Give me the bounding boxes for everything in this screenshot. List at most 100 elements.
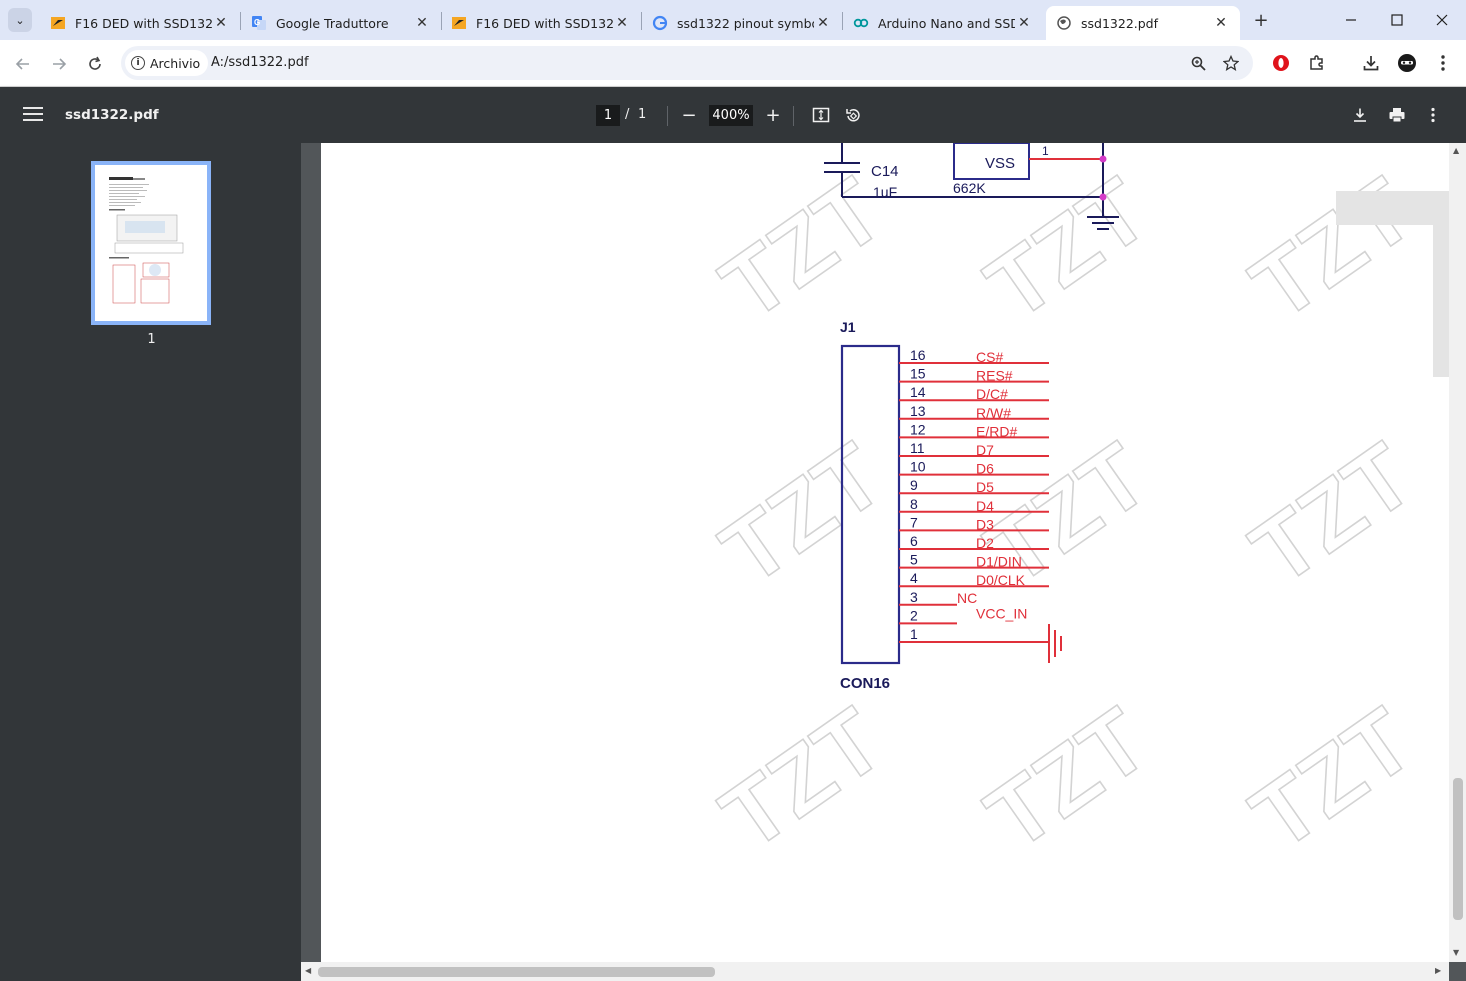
browser-menu-button[interactable]	[1431, 51, 1455, 75]
close-icon[interactable]: ✕	[212, 14, 230, 32]
tab-ssd1322-pdf[interactable]: ssd1322.pdf ✕	[1046, 6, 1240, 40]
fit-page-button[interactable]	[810, 104, 832, 126]
url-text[interactable]: A:/ssd1322.pdf	[211, 55, 309, 70]
profile-button[interactable]	[1395, 51, 1419, 75]
connector-pin: 12 E/RD#	[899, 421, 1049, 439]
watermark-text: TZT	[704, 159, 901, 339]
pin-number: 15	[910, 366, 926, 382]
junction-dot	[1099, 193, 1107, 201]
junction-dot	[1099, 155, 1107, 163]
new-tab-button[interactable]: +	[1250, 9, 1272, 31]
thumbnail-sidebar: 1	[0, 143, 301, 981]
tab-google-search[interactable]: ssd1322 pinout symbol - ✕	[642, 6, 842, 40]
zoom-level-input[interactable]: 400%	[709, 105, 753, 126]
page-edge-shade	[1433, 191, 1449, 377]
pdf-toolbar: ssd1322.pdf 1 / 1 − 400% +	[0, 87, 1466, 143]
omnibox[interactable]: i Archivio A:/ssd1322.pdf	[121, 46, 1253, 80]
site-info-chip[interactable]: i Archivio	[125, 50, 209, 76]
puzzle-icon	[1310, 55, 1323, 70]
pin-number: 13	[910, 403, 926, 419]
page-thumbnail[interactable]	[91, 161, 211, 325]
connector-pin: 10 D6	[899, 459, 1049, 477]
rotate-button[interactable]	[842, 104, 864, 126]
scroll-right-icon[interactable]: ▶	[1435, 966, 1441, 975]
vss-label: VSS	[985, 155, 1015, 172]
thumbnail-preview	[109, 177, 184, 304]
page-number-input[interactable]: 1	[596, 105, 620, 126]
watermark-text: TZT	[704, 689, 901, 869]
pin-signal-label: NC	[957, 590, 977, 606]
watermark-text: TZT	[704, 424, 901, 604]
reload-button[interactable]	[83, 52, 107, 76]
toolbar-divider	[667, 106, 668, 126]
vertical-scrollbar[interactable]: ▲ ▼	[1449, 143, 1466, 962]
scroll-left-icon[interactable]: ◀	[305, 966, 311, 975]
pin-signal-label: D4	[976, 498, 994, 514]
pdf-title: ssd1322.pdf	[65, 107, 159, 123]
watermark-text: TZT	[969, 689, 1166, 869]
site-info-label: Archivio	[150, 55, 201, 71]
bookmark-button[interactable]	[1220, 52, 1242, 74]
pin-number: 6	[910, 533, 918, 549]
close-icon[interactable]: ✕	[613, 14, 631, 32]
zoom-indicator-button[interactable]	[1187, 52, 1209, 74]
pin-signal-label: D6	[976, 461, 994, 477]
print-icon	[1389, 108, 1405, 123]
document-viewport[interactable]: TZTTZTTZTTZTTZTTZTTZTTZTTZT C14	[301, 143, 1466, 981]
pdf-more-button[interactable]	[1422, 104, 1444, 126]
zoom-magnifier-icon	[1191, 56, 1206, 71]
ground-symbol	[1048, 624, 1062, 663]
thumbnail-page-number: 1	[147, 332, 156, 347]
back-button[interactable]	[11, 52, 35, 76]
vertical-scroll-thumb[interactable]	[1453, 778, 1463, 920]
close-icon[interactable]: ✕	[1212, 14, 1230, 32]
connector-name: CON16	[840, 675, 890, 692]
connector-pin: 2 VCC_IN	[899, 605, 1027, 625]
connector-pin: 15 RES#	[899, 366, 1049, 384]
pin-signal-label: VCC_IN	[976, 605, 1027, 621]
extensions-button[interactable]	[1305, 51, 1329, 75]
print-button[interactable]	[1386, 104, 1408, 126]
globe-icon	[1056, 15, 1072, 31]
pin-signal-label: CS#	[976, 349, 1003, 365]
tab-label: ssd1322.pdf	[1081, 15, 1159, 31]
scroll-up-icon[interactable]: ▲	[1453, 146, 1459, 155]
maximize-icon	[1391, 14, 1403, 26]
tab-hackaday-2[interactable]: F16 DED with SSD1322 a ✕	[441, 6, 641, 40]
tab-search-button[interactable]: ⌄	[8, 8, 32, 32]
tab-hackaday-1[interactable]: F16 DED with SSD1322 a ✕	[40, 6, 240, 40]
close-icon[interactable]: ✕	[1015, 14, 1033, 32]
horizontal-scroll-thumb[interactable]	[318, 967, 715, 977]
pdf-download-button[interactable]	[1349, 104, 1371, 126]
minimize-button[interactable]	[1328, 8, 1374, 32]
pin-number: 16	[910, 347, 926, 363]
pin-number: 4	[910, 570, 918, 586]
hackaday-favicon-icon	[50, 15, 66, 31]
svg-text:G: G	[254, 18, 260, 27]
zoom-out-button[interactable]: −	[678, 104, 700, 126]
page-separator: /	[625, 107, 630, 122]
close-icon[interactable]: ✕	[814, 14, 832, 32]
horizontal-scrollbar[interactable]: ◀ ▶	[301, 962, 1449, 981]
pin-number: 2	[910, 607, 918, 623]
cap-ref-label: C14	[871, 163, 899, 180]
chevron-down-icon: ⌄	[15, 13, 25, 27]
toolbar-divider	[793, 106, 794, 126]
downloads-button[interactable]	[1359, 51, 1383, 75]
close-window-button[interactable]	[1419, 8, 1465, 32]
tab-label: F16 DED with SSD1322 a	[75, 15, 212, 31]
pin-number: 7	[910, 514, 918, 530]
maximize-button[interactable]	[1374, 8, 1420, 32]
tab-google-translate[interactable]: G Google Traduttore ✕	[241, 6, 441, 40]
tab-arduino[interactable]: Arduino Nano and SSD1 ✕	[843, 6, 1043, 40]
zoom-in-button[interactable]: +	[762, 104, 784, 126]
browser-toolbar: i Archivio A:/ssd1322.pdf	[0, 40, 1466, 87]
sidebar-toggle-button[interactable]	[22, 104, 44, 126]
extension-opera-button[interactable]	[1269, 51, 1293, 75]
watermark-text: TZT	[1234, 159, 1431, 339]
scroll-down-icon[interactable]: ▼	[1453, 948, 1459, 957]
connector-ref: J1	[840, 319, 856, 335]
forward-button[interactable]	[47, 52, 71, 76]
close-icon[interactable]: ✕	[413, 14, 431, 32]
pin-signal-label: R/W#	[976, 405, 1011, 421]
